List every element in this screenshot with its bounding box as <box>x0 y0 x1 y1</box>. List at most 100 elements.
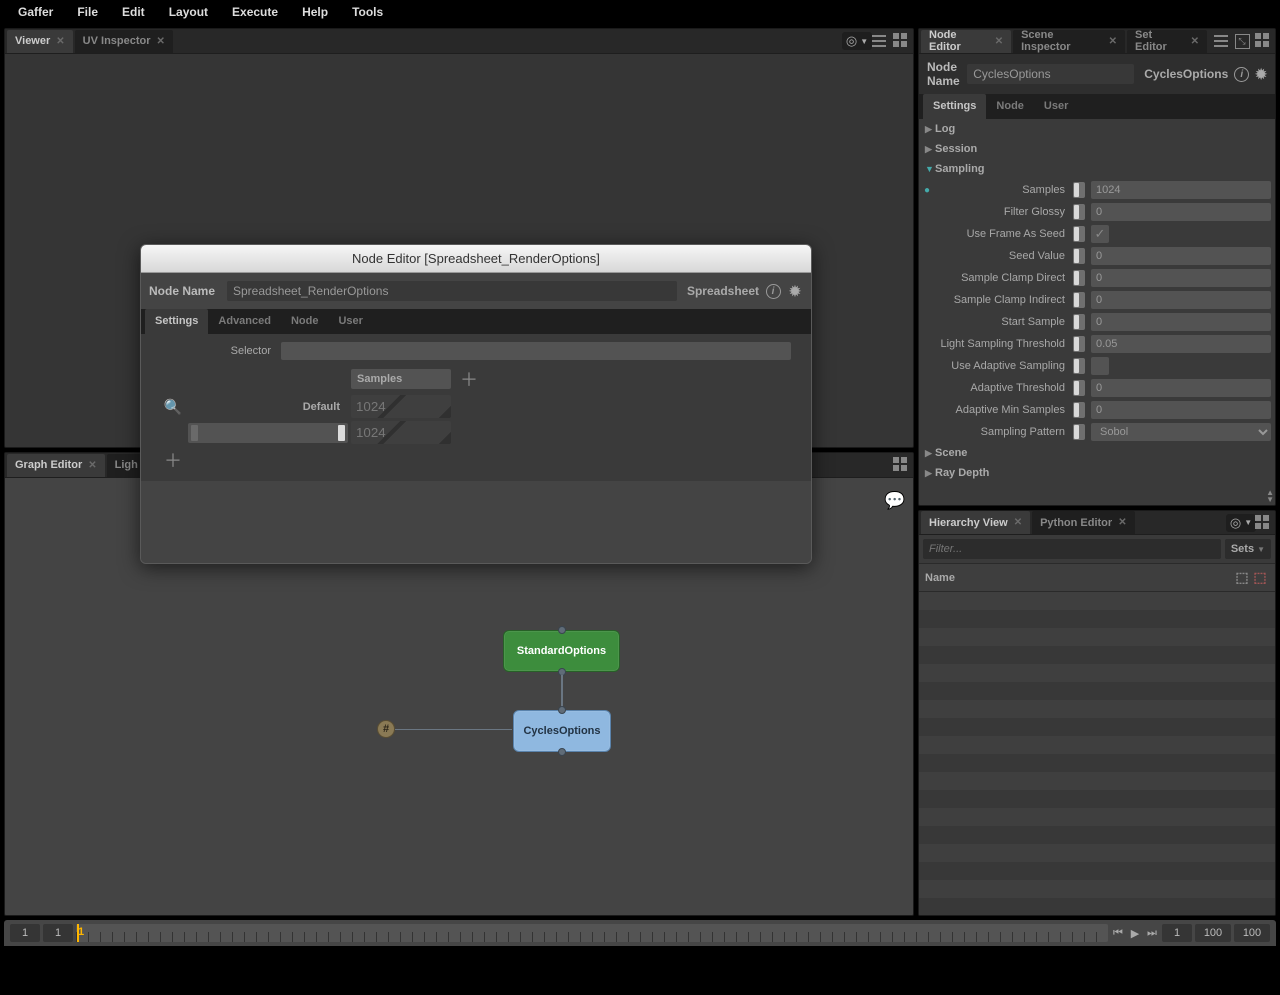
tab-python-editor[interactable]: Python Editor ✕ <box>1032 511 1135 534</box>
param-enable-toggle[interactable] <box>1073 380 1085 396</box>
node-standard-options[interactable]: StandardOptions <box>503 630 620 672</box>
param-input[interactable] <box>1091 335 1271 353</box>
list-item[interactable] <box>919 826 1275 844</box>
frame-current[interactable]: 1 <box>1162 924 1192 942</box>
cell-row-samples[interactable] <box>351 421 451 444</box>
cube-icon-off[interactable]: ⬚ <box>1251 569 1269 586</box>
selector-input[interactable] <box>281 342 791 360</box>
list-item[interactable] <box>919 808 1275 826</box>
list-item[interactable] <box>919 880 1275 898</box>
prev-key-button[interactable]: ⏮ <box>1111 924 1125 942</box>
annotation-icon[interactable]: 💬 <box>883 490 907 512</box>
add-row-button[interactable]: ＋ <box>161 447 185 473</box>
param-checkbox[interactable]: ✓ <box>1091 225 1109 243</box>
list-item[interactable] <box>919 628 1275 646</box>
info-icon[interactable]: i <box>1234 66 1249 82</box>
play-button[interactable]: ▶ <box>1128 924 1142 942</box>
node-port-out[interactable] <box>558 748 566 756</box>
list-item[interactable] <box>919 610 1275 628</box>
grid-icon[interactable] <box>891 32 911 50</box>
param-enable-toggle[interactable] <box>1073 358 1085 374</box>
param-input[interactable] <box>1091 291 1271 309</box>
tab-uv-inspector[interactable]: UV Inspector ✕ <box>75 30 173 53</box>
subtab-node[interactable]: Node <box>986 94 1034 119</box>
list-icon[interactable] <box>1211 32 1230 50</box>
param-input[interactable] <box>1091 379 1271 397</box>
sets-button[interactable]: Sets▼ <box>1225 539 1271 559</box>
tab-hierarchy-view[interactable]: Hierarchy View ✕ <box>921 511 1030 534</box>
subtab-user[interactable]: User <box>1034 94 1078 119</box>
close-icon[interactable]: ✕ <box>1109 36 1117 47</box>
col-header-samples[interactable]: Samples <box>351 369 451 389</box>
tab-set-editor[interactable]: Set Editor ✕ <box>1127 30 1207 53</box>
menu-help[interactable]: Help <box>290 5 340 19</box>
param-select[interactable]: Sobol <box>1091 423 1271 441</box>
expand-icon[interactable]: ⤡ <box>1232 32 1251 50</box>
param-enable-toggle[interactable] <box>1073 292 1085 308</box>
gear-icon[interactable]: ✹ <box>787 283 803 299</box>
timeline-track[interactable]: 1 <box>76 924 1108 942</box>
list-item[interactable] <box>919 718 1275 736</box>
subtab-settings[interactable]: Settings <box>923 94 986 119</box>
param-enable-toggle[interactable] <box>1073 424 1085 440</box>
close-icon[interactable]: ✕ <box>1118 517 1126 528</box>
menu-gaffer[interactable]: Gaffer <box>6 5 65 19</box>
param-input[interactable] <box>1091 247 1271 265</box>
close-icon[interactable]: ✕ <box>1191 36 1199 47</box>
param-input[interactable] <box>1091 269 1271 287</box>
section-session[interactable]: ▶Session <box>919 139 1275 159</box>
param-enable-toggle[interactable] <box>1073 336 1085 352</box>
node-name-input[interactable] <box>967 64 1134 84</box>
close-icon[interactable]: ✕ <box>157 36 165 47</box>
section-sampling[interactable]: ▼Sampling <box>919 159 1275 179</box>
search-icon[interactable]: 🔍 <box>161 398 185 416</box>
popup-node-editor[interactable]: Node Editor [Spreadsheet_RenderOptions] … <box>140 244 812 564</box>
close-icon[interactable]: ✕ <box>995 36 1003 47</box>
scroll-arrows[interactable]: ▲▼ <box>1266 490 1274 503</box>
list-item[interactable] <box>919 682 1275 700</box>
menu-edit[interactable]: Edit <box>110 5 157 19</box>
list-item[interactable] <box>919 664 1275 682</box>
frame-end[interactable]: 100 <box>1234 924 1270 942</box>
section-ray-depth[interactable]: ▶Ray Depth <box>919 463 1275 483</box>
param-input[interactable] <box>1091 401 1271 419</box>
param-enable-toggle[interactable] <box>1073 402 1085 418</box>
menu-file[interactable]: File <box>65 5 110 19</box>
grid-icon[interactable] <box>1253 514 1273 532</box>
tab-node-editor[interactable]: Node Editor ✕ <box>921 30 1011 53</box>
grid-icon[interactable] <box>1254 32 1273 50</box>
tab-scene-inspector[interactable]: Scene Inspector ✕ <box>1013 30 1125 53</box>
add-column-button[interactable]: ＋ <box>454 366 484 392</box>
param-enable-toggle[interactable] <box>1073 182 1085 198</box>
list-item[interactable] <box>919 898 1275 916</box>
popup-subtab-advanced[interactable]: Advanced <box>208 309 281 334</box>
menu-execute[interactable]: Execute <box>220 5 290 19</box>
next-key-button[interactable]: ⏭ <box>1145 924 1159 942</box>
node-spreadsheet-plug[interactable]: # <box>377 720 395 738</box>
frame-range-start[interactable]: 1 <box>43 924 73 942</box>
list-item[interactable] <box>919 736 1275 754</box>
row-name-cell[interactable] <box>188 423 348 443</box>
section-scene[interactable]: ▶Scene <box>919 443 1275 463</box>
hierarchy-rows[interactable] <box>919 592 1275 916</box>
list-icon[interactable] <box>869 32 889 50</box>
tab-graph-editor[interactable]: Graph Editor ✕ <box>7 454 105 477</box>
param-enable-toggle[interactable] <box>1073 226 1085 242</box>
param-enable-toggle[interactable] <box>1073 270 1085 286</box>
list-item[interactable] <box>919 700 1275 718</box>
node-editor-scroll[interactable]: ▶Log ▶Session ▼Sampling ●SamplesFilter G… <box>919 119 1275 505</box>
hierarchy-filter-input[interactable] <box>923 539 1221 559</box>
list-item[interactable] <box>919 772 1275 790</box>
grid-icon[interactable] <box>891 456 911 474</box>
popup-subtab-settings[interactable]: Settings <box>145 309 208 334</box>
param-enable-toggle[interactable] <box>1073 248 1085 264</box>
section-log[interactable]: ▶Log <box>919 119 1275 139</box>
list-item[interactable] <box>919 844 1275 862</box>
close-icon[interactable]: ✕ <box>56 36 64 47</box>
close-icon[interactable]: ✕ <box>1014 517 1022 528</box>
list-item[interactable] <box>919 754 1275 772</box>
menu-tools[interactable]: Tools <box>340 5 395 19</box>
param-enable-toggle[interactable] <box>1073 204 1085 220</box>
node-port-in[interactable] <box>558 626 566 634</box>
close-icon[interactable]: ✕ <box>88 460 96 471</box>
